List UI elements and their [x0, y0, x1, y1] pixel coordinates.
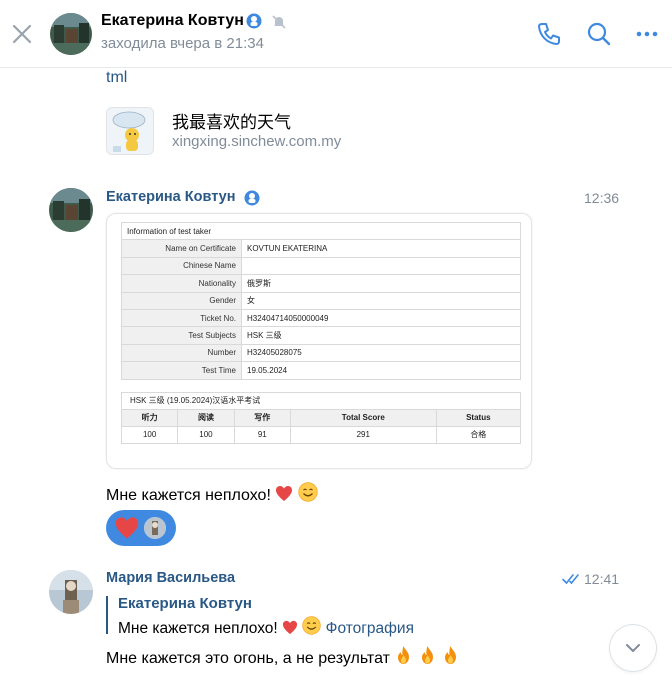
field-label: Nationality: [121, 274, 242, 293]
field-value: 19.05.2024: [241, 361, 521, 380]
score-header: 写作: [233, 408, 291, 427]
phone-icon: [538, 23, 560, 45]
field-value: H32404714050000049: [241, 308, 521, 328]
chat-title[interactable]: Екатерина Ковтун: [101, 12, 244, 30]
message-time: 12:41: [584, 571, 620, 587]
fire-emoji: [421, 646, 433, 664]
close-icon: [12, 24, 32, 44]
field-label: Name on Certificate: [121, 239, 242, 258]
double-check-icon: [562, 574, 579, 585]
reply-author[interactable]: Екатерина Ковтун: [118, 595, 252, 612]
field-value: KOVTUN EKATERINA: [241, 239, 521, 258]
reaction-button[interactable]: [106, 510, 176, 546]
field-value: H32405028075: [241, 343, 521, 363]
search-button[interactable]: [584, 19, 614, 49]
link-preview[interactable]: 我最喜欢的天气 xingxing.sinchew.com.my: [106, 107, 506, 159]
smile-emoji: [298, 482, 318, 502]
reply-quote-bar: [106, 596, 108, 634]
field-label: Test Time: [121, 361, 242, 380]
field-label: Gender: [121, 291, 242, 310]
score-value: 100: [177, 425, 235, 444]
photo-attachment[interactable]: Information of test taker Name on Certif…: [106, 213, 532, 469]
chevron-down-icon: [626, 644, 640, 652]
score-header: 听力: [120, 408, 179, 427]
link-title[interactable]: 我最喜欢的天气: [172, 108, 291, 133]
scroll-to-bottom-button[interactable]: [610, 625, 656, 671]
field-value: [241, 256, 521, 276]
search-icon: [587, 22, 611, 46]
field-value: 女: [241, 291, 521, 310]
message-text-content: Мне кажется это огонь, а не результат: [106, 650, 390, 667]
field-label: Chinese Name: [121, 256, 242, 276]
score-header: Status: [435, 408, 522, 427]
message-author[interactable]: Мария Васильева: [106, 570, 235, 586]
link-domain: xingxing.sinchew.com.my: [172, 133, 342, 150]
message-time: 12:36: [584, 190, 620, 206]
avatar[interactable]: [49, 188, 93, 232]
heart-emoji: [282, 620, 298, 635]
reply-quote[interactable]: Мне кажется неплохо! Фотография: [118, 616, 414, 638]
certificate-caption: Information of test taker: [121, 221, 521, 241]
heart-emoji: [276, 486, 293, 501]
link-thumbnail[interactable]: [106, 107, 154, 155]
close-button[interactable]: [8, 20, 36, 48]
score-table: HSK 三级 (19.05.2024)汉语水平考试 听力 阅读 写作 Total…: [120, 391, 522, 444]
message-author[interactable]: Екатерина Ковтун: [106, 189, 236, 205]
more-icon: [636, 31, 658, 37]
message-text: Мне кажется это огонь, а не результат: [106, 645, 460, 668]
message-text: Мне кажется неплохо!: [106, 482, 318, 505]
score-value: 91: [233, 425, 291, 444]
score-header: Total Score: [289, 408, 437, 427]
field-label: Ticket No.: [121, 308, 242, 328]
verified-badge-icon: [246, 13, 262, 29]
test-taker-table: Information of test taker Name on Certif…: [121, 221, 521, 380]
header-avatar[interactable]: [50, 13, 92, 55]
reactor-avatar: [144, 517, 166, 539]
field-value: HSK 三级: [241, 326, 521, 345]
link-url-fragment[interactable]: tml: [106, 69, 127, 87]
heart-emoji: [115, 517, 139, 539]
score-header: 阅读: [177, 408, 235, 427]
field-label: Test Subjects: [121, 326, 242, 345]
verified-badge-icon: [244, 190, 260, 206]
field-label: Number: [121, 343, 242, 363]
message-list[interactable]: tml 我最喜欢的天气 xingxing.sinchew.com.my Екат…: [0, 69, 672, 682]
mute-icon: [272, 15, 286, 29]
call-button[interactable]: [534, 19, 564, 49]
score-value: 291: [289, 425, 437, 444]
fire-emoji: [445, 646, 457, 664]
score-caption: HSK 三级 (19.05.2024)汉语水平考试: [121, 391, 521, 410]
more-button[interactable]: [632, 19, 662, 49]
score-value: 合格: [435, 425, 522, 444]
avatar[interactable]: [49, 570, 93, 614]
chat-status: заходила вчера в 21:34: [101, 35, 264, 52]
score-value: 100: [120, 425, 179, 444]
reply-text: Мне кажется неплохо!: [118, 620, 278, 637]
message-text-content: Мне кажется неплохо!: [106, 487, 271, 504]
chat-header: Екатерина Ковтун заходила вчера в 21:34: [0, 0, 672, 68]
field-value: 俄罗斯: [241, 274, 521, 293]
smile-emoji: [302, 616, 322, 635]
fire-emoji: [398, 646, 410, 664]
reply-attachment-link[interactable]: Фотография: [326, 620, 414, 637]
